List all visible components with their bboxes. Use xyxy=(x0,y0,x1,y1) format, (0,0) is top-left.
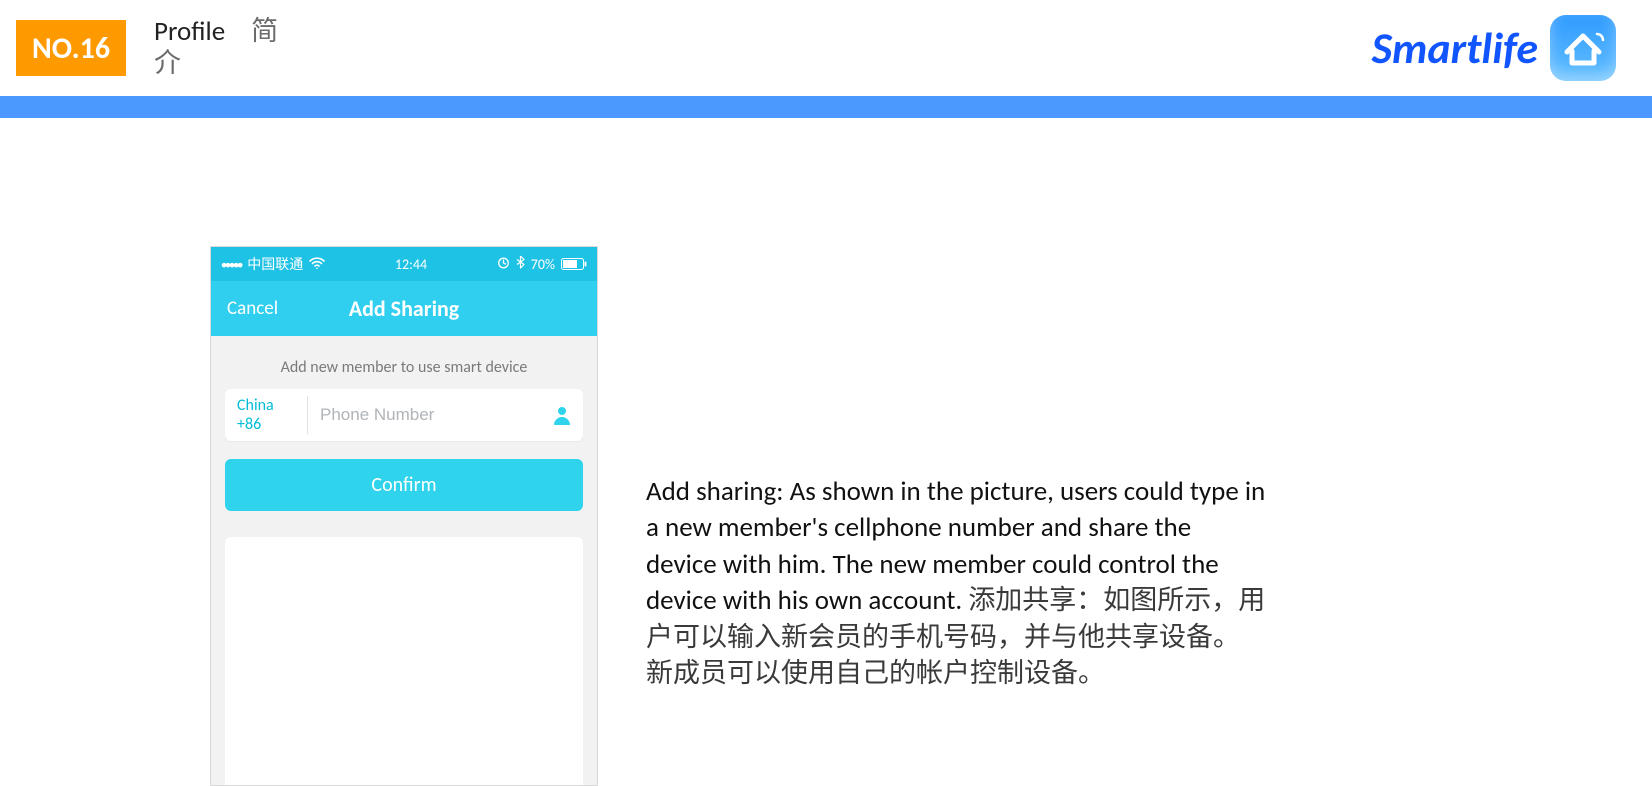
battery-icon xyxy=(561,258,587,270)
confirm-button[interactable]: Confirm xyxy=(225,459,583,511)
signal-icon: ●●●●● xyxy=(221,258,241,271)
phone-statusbar: ●●●●● 中国联通 12:44 70% xyxy=(211,247,597,281)
alarm-icon xyxy=(497,256,510,273)
brand-label: Smartlife xyxy=(1372,21,1538,75)
header-divider xyxy=(0,96,1652,118)
contact-icon[interactable] xyxy=(553,405,571,425)
statusbar-time: 12:44 xyxy=(395,256,427,273)
wifi-icon xyxy=(309,256,325,273)
slide-title-cn-1: 简 xyxy=(251,15,278,48)
phone-navbar: Cancel Add Sharing xyxy=(211,281,597,336)
carrier-label: 中国联通 xyxy=(247,254,303,274)
slide-title: Profile 简 介 xyxy=(154,16,278,81)
instruction-label: Add new member to use smart device xyxy=(211,336,597,389)
page-header: NO.16 Profile 简 介 Smartlife xyxy=(0,0,1652,96)
slide-title-en: Profile xyxy=(154,15,225,48)
phone-lower-panel xyxy=(225,537,583,786)
brand-block: Smartlife xyxy=(1372,15,1652,81)
country-code-selector[interactable]: China +86 xyxy=(237,396,308,434)
slide-title-cn-2: 介 xyxy=(154,48,278,80)
smartlife-logo-icon xyxy=(1550,15,1616,81)
cancel-button[interactable]: Cancel xyxy=(227,297,278,320)
phone-input-row: China +86 xyxy=(225,389,583,441)
content-area: ●●●●● 中国联通 12:44 70% xyxy=(0,118,1652,786)
description-block: Add sharing: As shown in the picture, us… xyxy=(646,246,1266,786)
navbar-title: Add Sharing xyxy=(349,295,459,322)
battery-pct: 70% xyxy=(531,256,555,273)
phone-screenshot: ●●●●● 中国联通 12:44 70% xyxy=(210,246,598,786)
slide-number-badge: NO.16 xyxy=(16,20,126,76)
phone-number-input[interactable] xyxy=(308,405,553,425)
bluetooth-icon xyxy=(516,255,525,273)
